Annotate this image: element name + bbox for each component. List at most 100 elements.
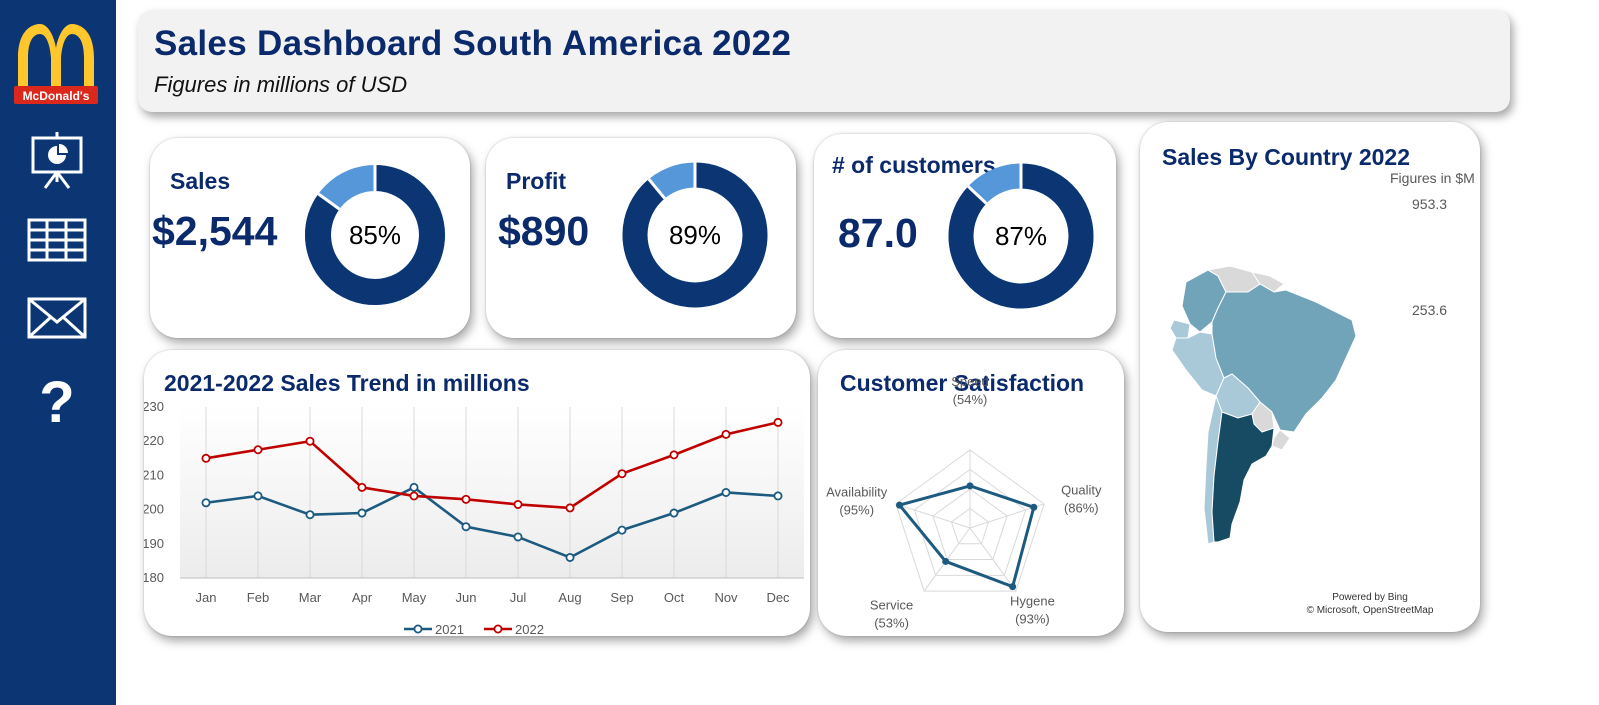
sales-trend-card: 2021-2022 Sales Trend in millions Jan Feb… [144,350,810,636]
map-powered-by: Powered by Bing [1332,592,1408,603]
legend-item-2021: 2021 [404,622,464,636]
kpi-percent: 85% [349,220,401,250]
x-tick-label: Jun [456,590,477,605]
radar-axis-label: Hygene [1010,594,1055,609]
x-tick-label: Jul [510,590,527,605]
data-point-2022 [461,494,471,504]
x-tick-label: Mar [299,590,322,605]
data-point-2021 [461,522,471,532]
kpi-card-profit: Profit $890 89% [486,138,796,338]
radar-point [896,501,904,509]
satisfaction-radar-chart: Speed (54%) Quality (86%) Hygene (93%) Service… [826,374,1102,631]
map-region-argentina [1211,411,1275,543]
kpi-value: 87.0 [838,210,918,256]
y-tick-label: 210 [144,467,164,482]
legend-item-2022: 2022 [484,622,544,636]
data-point-2022 [565,503,575,513]
radar-series-shape [896,484,1036,589]
map-region-ecuador [1169,319,1191,339]
legend-label: 2022 [515,622,544,636]
data-point-2022 [669,450,679,460]
kpi-percent: 89% [669,220,721,250]
data-point-2021 [513,532,523,542]
x-tick-label: Nov [714,590,738,605]
map-copyright: © Microsoft, OpenStreetMap [1306,605,1434,616]
map-legend-min: 253.6 [1412,302,1448,318]
page-title: Sales Dashboard South America 2022 [154,24,792,63]
x-tick-label: Jan [196,590,217,605]
y-tick-label: 190 [144,536,164,551]
radar-axis-label: Quality [1061,482,1102,497]
radar-axis-value: (54%) [953,392,988,407]
data-point-2022 [305,436,315,446]
mcdonalds-logo: McDonald's [12,18,100,110]
sales-trend-chart: Jan Feb Mar Apr May Jun Jul Aug Sep Oct Nov Dec 180 1… [144,399,804,636]
map-unit-note: Figures in $M [1390,170,1475,186]
help-icon: ? [39,369,75,435]
radar-axis-label: Speed [951,374,989,389]
data-point-2022 [409,491,419,501]
kpi-percent: 87% [995,221,1047,251]
radar-axis-value: (93%) [1015,612,1050,627]
data-point-2021 [305,510,315,520]
y-tick-label: 220 [144,433,164,448]
legend-label: 2021 [435,622,464,636]
sidebar: McDonald's ? [0,0,116,705]
data-point-2022 [253,445,263,455]
data-point-2021 [357,508,367,518]
x-tick-label: Apr [352,590,373,605]
x-tick-label: Aug [558,590,581,605]
x-tick-label: Sep [610,590,633,605]
radar-axis-value: (53%) [874,616,909,631]
data-point-2021 [565,552,575,562]
kpi-label: Profit [506,168,567,194]
table-icon [27,218,87,262]
x-tick-label: Feb [247,590,269,605]
plot-area [180,407,804,578]
help-button[interactable]: ? [22,369,92,435]
map-title: Sales By Country 2022 [1162,144,1411,170]
kpi-donut: 85% [305,165,445,305]
data-point-2022 [513,499,523,509]
radar-point [942,557,950,565]
radar-point [966,482,974,490]
table-button[interactable] [22,208,92,272]
sales-by-country-card: Sales By Country 2022 Figures in $M 953.… [1140,122,1480,632]
customer-satisfaction-card: Customer Satisfaction Speed (54%) Quality(… [818,350,1124,636]
presentation-button[interactable] [22,128,92,192]
data-point-2021 [617,525,627,535]
data-point-2022 [721,429,731,439]
south-america-map [1169,265,1357,545]
data-point-2022 [357,482,367,492]
kpi-value: $2,544 [152,208,278,254]
logo-text: McDonald's [23,89,90,103]
kpi-donut: 87% [948,163,1094,309]
x-tick-label: May [402,590,427,605]
radar-axis-value: (95%) [839,502,874,517]
data-point-2021 [669,508,679,518]
radar-point [1009,583,1017,591]
map-legend-max: 953.3 [1412,196,1448,212]
kpi-donut: 89% [622,162,768,308]
data-point-2021 [201,498,211,508]
map-region-uruguay [1271,429,1291,451]
data-point-2022 [773,417,783,427]
radar-axis-label: Service [870,598,913,613]
kpi-card-customers: # of customers 87.0 87% [814,134,1116,338]
x-tick-label: Oct [664,590,685,605]
data-point-2021 [773,491,783,501]
presentation-icon [31,132,83,189]
mail-button[interactable] [22,286,92,350]
data-point-2021 [253,491,263,501]
radar-axis-value: (86%) [1064,500,1099,515]
y-tick-label: 230 [144,399,164,414]
kpi-card-sales: Sales $2,544 85% [150,138,470,338]
y-tick-label: 180 [144,570,164,585]
kpi-label: Sales [170,168,231,194]
data-point-2022 [617,469,627,479]
data-point-2022 [201,453,211,463]
y-tick-label: 200 [144,502,164,517]
kpi-value: $890 [498,208,590,254]
header-banner: Sales Dashboard South America 2022 Figur… [138,10,1510,112]
page-subtitle: Figures in millions of USD [154,72,408,97]
